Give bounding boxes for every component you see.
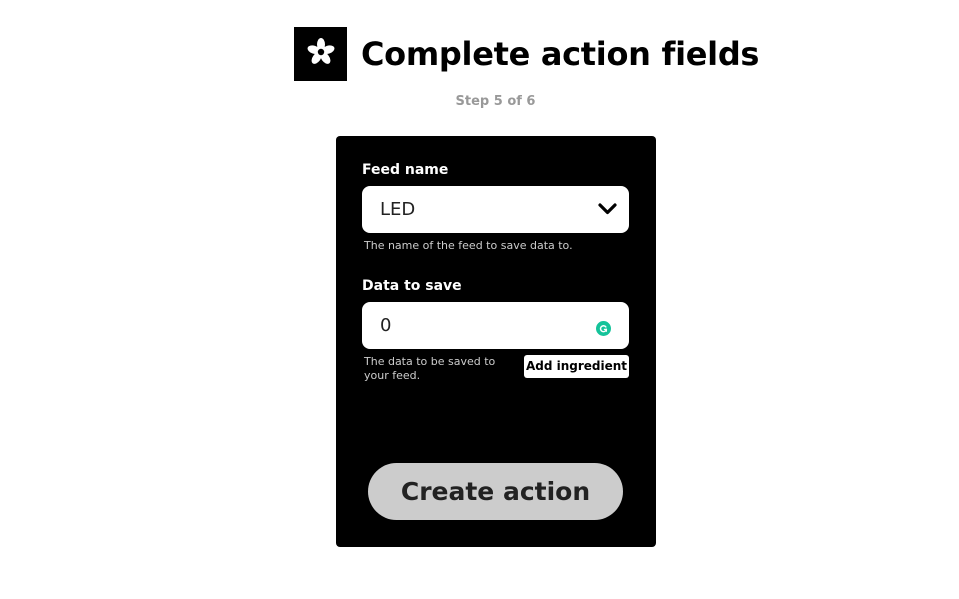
data-to-save-helper: The data to be saved to your feed. <box>364 355 496 382</box>
data-to-save-label: Data to save <box>362 278 462 294</box>
create-action-button[interactable]: Create action <box>368 463 623 520</box>
chevron-down-icon <box>598 201 617 220</box>
page: Complete action fields Step 5 of 6 Feed … <box>0 0 959 599</box>
action-fields-card: Feed name LED The name of the feed to sa… <box>336 136 656 547</box>
header: Complete action fields <box>294 27 759 81</box>
adafruit-flower-icon <box>306 37 336 71</box>
grammarly-icon[interactable] <box>596 321 611 336</box>
data-to-save-value: 0 <box>380 315 392 336</box>
feed-name-select[interactable]: LED <box>362 186 629 233</box>
add-ingredient-button[interactable]: Add ingredient <box>524 355 629 378</box>
feed-name-label: Feed name <box>362 162 449 178</box>
service-logo <box>294 27 347 81</box>
data-to-save-input[interactable]: 0 <box>362 302 629 349</box>
page-title: Complete action fields <box>361 35 760 73</box>
feed-name-selected-value: LED <box>380 199 416 220</box>
step-indicator: Step 5 of 6 <box>455 94 536 109</box>
feed-name-helper: The name of the feed to save data to. <box>364 239 573 252</box>
